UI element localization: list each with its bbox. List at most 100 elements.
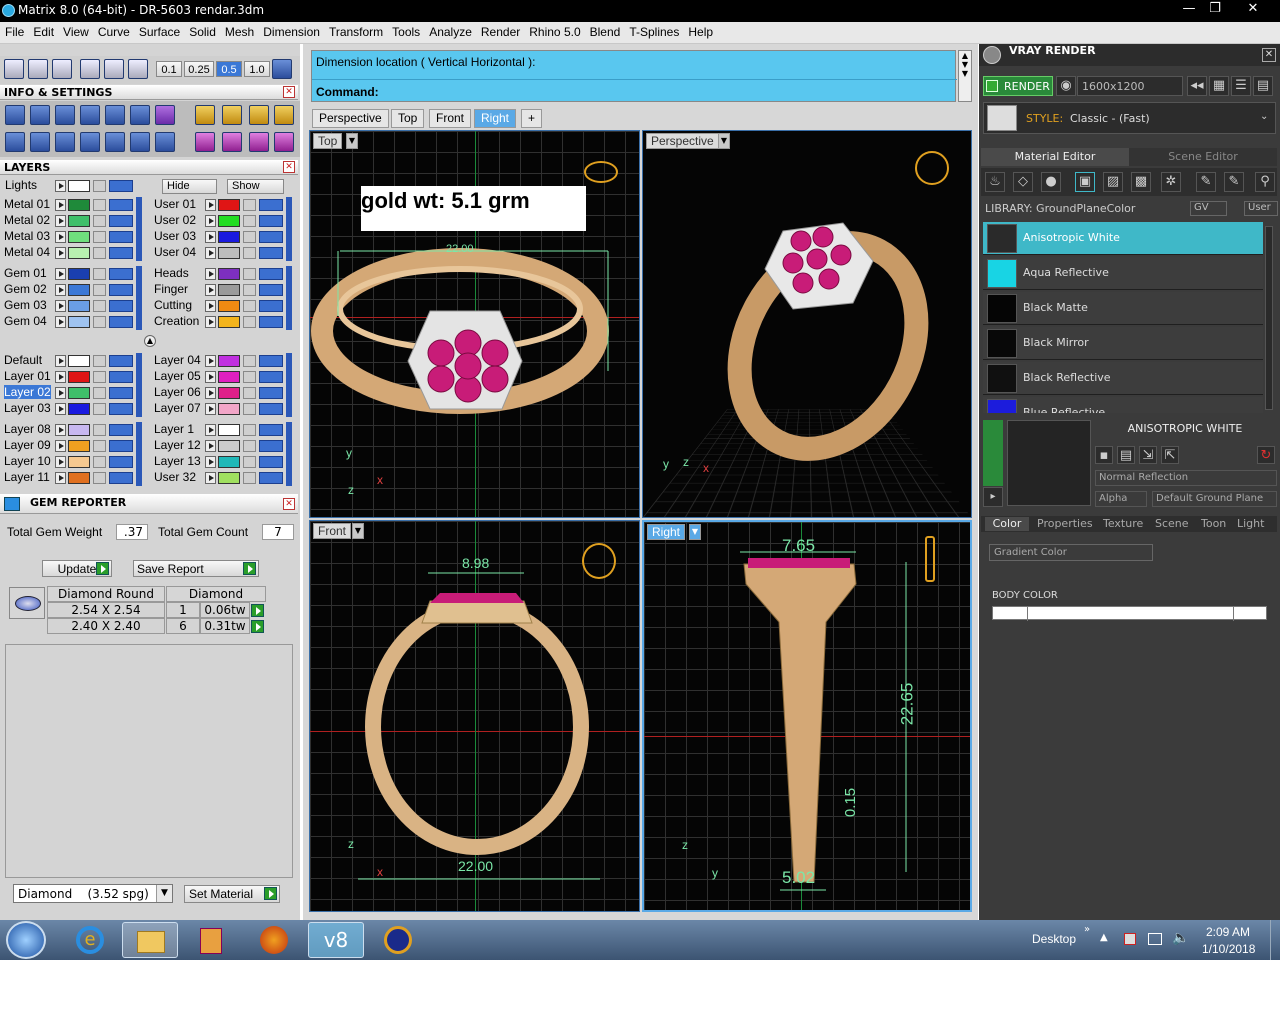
lock-icon[interactable]	[243, 268, 256, 280]
layer-name[interactable]: Gem 02	[4, 282, 47, 296]
visibility-icon[interactable]	[259, 440, 283, 452]
ground-plane-select[interactable]: Default Ground Plane	[1152, 491, 1277, 507]
tab-toon[interactable]: Toon	[1201, 517, 1226, 530]
layer-expand-icon[interactable]	[55, 316, 66, 328]
gem-row-arrow-icon[interactable]	[251, 620, 264, 633]
layer-expand-icon[interactable]	[55, 472, 66, 484]
tab-properties[interactable]: Properties	[1037, 517, 1093, 530]
lights-lock-icon[interactable]	[93, 180, 106, 192]
lock-icon[interactable]	[93, 424, 106, 436]
tab-right[interactable]: Right	[474, 109, 517, 128]
layer-name[interactable]: Gem 03	[4, 298, 47, 312]
preview-collapse-button[interactable]	[983, 420, 1003, 486]
network-icon[interactable]	[1148, 933, 1162, 945]
viewport-top[interactable]: Top ▼ gold wt: 5.1 grm 22.00 y z x	[309, 130, 640, 518]
layer-name[interactable]: User 01	[154, 197, 196, 211]
ring-app-icon[interactable]	[370, 922, 426, 958]
layers-stack-icon[interactable]	[55, 105, 75, 125]
chevron-right-icon[interactable]: »	[1084, 924, 1090, 935]
layer-name[interactable]: Cutting	[154, 298, 192, 312]
monitor-icon[interactable]	[30, 132, 50, 152]
lights-visible-icon[interactable]	[109, 180, 133, 192]
start-button[interactable]	[6, 921, 46, 959]
layer-expand-icon[interactable]	[205, 440, 216, 452]
command-input[interactable]	[392, 84, 952, 100]
lock-icon[interactable]	[243, 456, 256, 468]
diamond-view-icon[interactable]	[104, 59, 124, 79]
grid-layout-icon[interactable]	[5, 132, 25, 152]
layer-expand-icon[interactable]	[205, 300, 216, 312]
visibility-icon[interactable]	[259, 387, 283, 399]
material-scrollbar[interactable]	[1265, 226, 1273, 410]
viewport-perspective[interactable]: Perspective ▼ y z x	[642, 130, 972, 518]
layer-name[interactable]: Layer 05	[154, 369, 201, 383]
visibility-icon[interactable]	[259, 472, 283, 484]
visibility-icon[interactable]	[109, 403, 133, 415]
lock-icon[interactable]	[93, 215, 106, 227]
gv-toggle[interactable]: GV	[1190, 201, 1227, 216]
lock-icon[interactable]	[243, 231, 256, 243]
magnify-icon[interactable]	[30, 105, 50, 125]
layer-name[interactable]: Layer 01	[4, 369, 51, 383]
frame-2-icon[interactable]	[249, 105, 269, 125]
close-icon[interactable]: ✕	[283, 161, 295, 173]
layer-color-swatch[interactable]	[68, 456, 90, 468]
close-icon[interactable]: ✕	[283, 498, 295, 510]
layer-color-swatch[interactable]	[68, 199, 90, 211]
layer-color-swatch[interactable]	[68, 403, 90, 415]
layer-color-swatch[interactable]	[218, 387, 240, 399]
layer-expand-icon[interactable]	[55, 199, 66, 211]
tab-top[interactable]: Top	[391, 109, 425, 128]
layer-color-swatch[interactable]	[218, 440, 240, 452]
layer-name[interactable]: Creation	[154, 314, 199, 328]
lock-icon[interactable]	[93, 472, 106, 484]
menu-analyze[interactable]: Analyze	[424, 22, 476, 39]
layer-name[interactable]: Metal 01	[4, 197, 50, 211]
chevron-down-icon[interactable]: ▼	[718, 133, 730, 149]
lock-icon[interactable]	[243, 371, 256, 383]
lock-icon[interactable]	[243, 284, 256, 296]
layer-expand-icon[interactable]	[55, 456, 66, 468]
internet-explorer-icon[interactable]: e	[62, 922, 118, 958]
grid-icon[interactable]	[4, 59, 24, 79]
lock-icon[interactable]	[243, 387, 256, 399]
menu-tsplines[interactable]: T-Splines	[624, 22, 683, 39]
visibility-icon[interactable]	[109, 268, 133, 280]
layer-color-swatch[interactable]	[68, 284, 90, 296]
material-select[interactable]: Diamond (3.52 spg)	[13, 884, 173, 903]
visibility-icon[interactable]	[109, 300, 133, 312]
layer-color-swatch[interactable]	[68, 387, 90, 399]
layer-expand-icon[interactable]	[205, 403, 216, 415]
visibility-icon[interactable]	[259, 355, 283, 367]
visibility-icon[interactable]	[259, 247, 283, 259]
chevron-down-icon[interactable]: ▼	[156, 885, 172, 902]
library-icon[interactable]: ▤	[1117, 446, 1135, 464]
layer-expand-icon[interactable]	[55, 440, 66, 452]
set-material-arrow-icon[interactable]	[264, 887, 277, 900]
square-icon[interactable]: ▣	[1075, 172, 1095, 192]
firefox-icon[interactable]	[246, 922, 302, 958]
grid-view-icon[interactable]: ▤	[1253, 76, 1273, 96]
tab-perspective[interactable]: Perspective	[312, 109, 389, 128]
lock-icon[interactable]	[93, 316, 106, 328]
visibility-icon[interactable]	[259, 231, 283, 243]
visibility-icon[interactable]	[109, 387, 133, 399]
lock-icon[interactable]	[243, 440, 256, 452]
material-item[interactable]: Blue Reflective	[983, 397, 1263, 413]
close-button[interactable]: ✕	[1238, 0, 1268, 18]
menu-edit[interactable]: Edit	[28, 22, 58, 39]
lock-icon[interactable]	[243, 247, 256, 259]
file-explorer-icon[interactable]	[122, 922, 178, 958]
visibility-icon[interactable]	[259, 316, 283, 328]
visibility-icon[interactable]	[259, 403, 283, 415]
layer-name[interactable]: User 02	[154, 213, 196, 227]
bulb-import-icon[interactable]: ✎	[1196, 172, 1216, 192]
checker-icon[interactable]: ▩	[1131, 172, 1151, 192]
layer-expand-icon[interactable]	[55, 424, 66, 436]
layer-expand-icon[interactable]	[205, 355, 216, 367]
visibility-icon[interactable]	[259, 284, 283, 296]
menu-surface[interactable]: Surface	[134, 22, 184, 39]
layer-name[interactable]: Layer 11	[4, 470, 50, 484]
save-icon[interactable]: ▪	[1095, 446, 1113, 464]
hide-all-button[interactable]: Hide	[162, 179, 217, 194]
